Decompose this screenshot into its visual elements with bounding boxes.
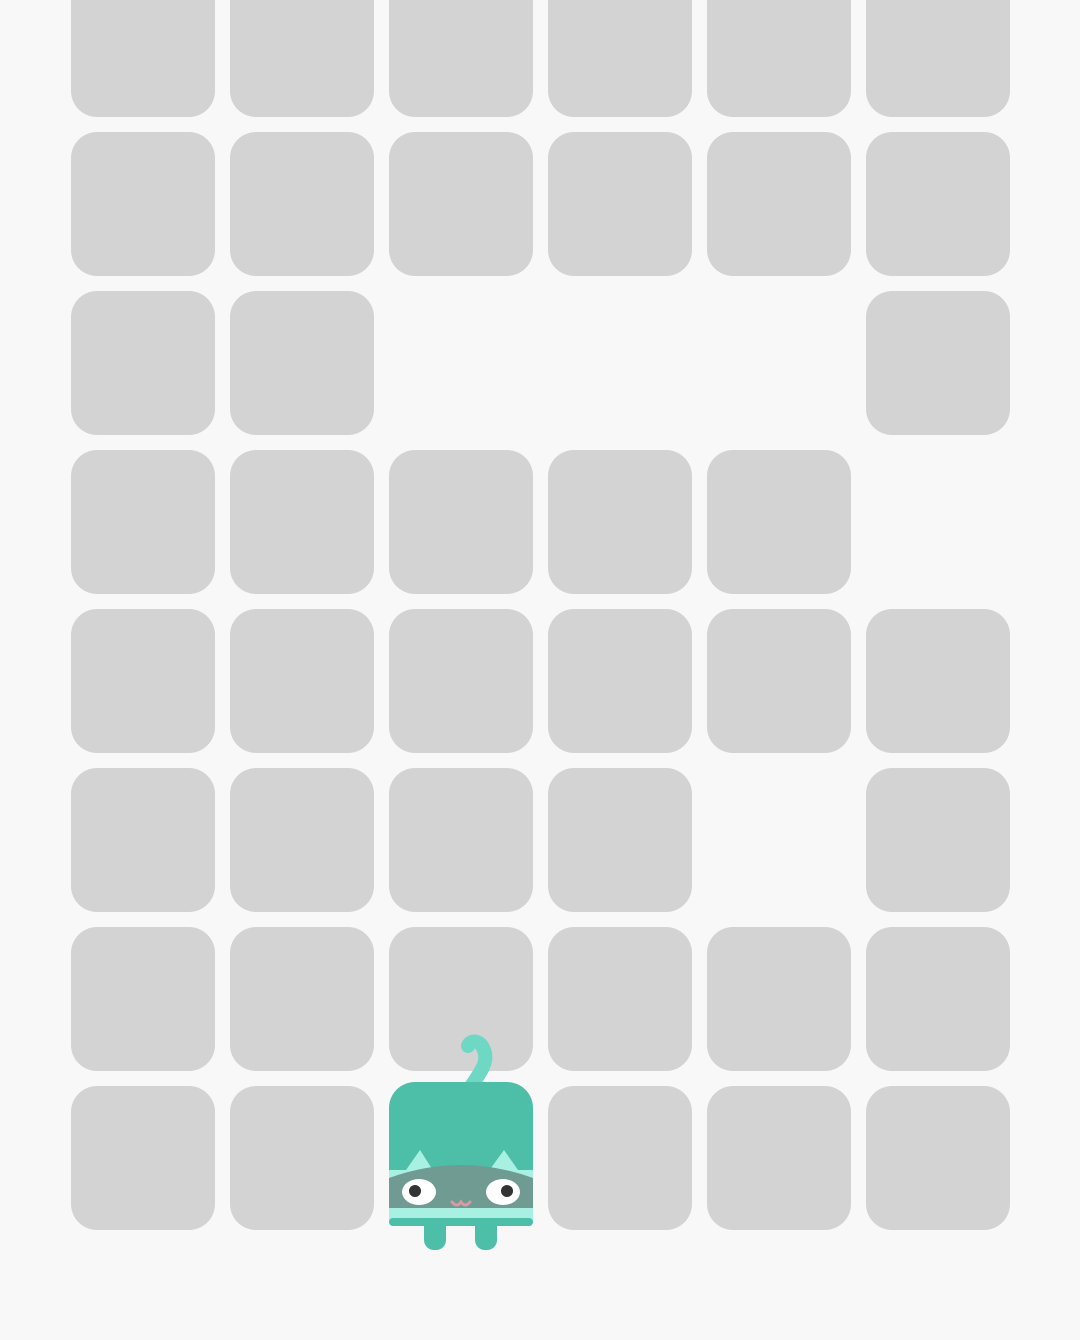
tile-r1-c5[interactable] xyxy=(866,132,1010,276)
tile-r2-c4 xyxy=(707,291,851,435)
tile-r3-c2[interactable] xyxy=(389,450,533,594)
tile-r6-c5[interactable] xyxy=(866,927,1010,1071)
tile-r7-c5[interactable] xyxy=(866,1086,1010,1230)
tile-r1-c2[interactable] xyxy=(389,132,533,276)
tile-r6-c3[interactable] xyxy=(548,927,692,1071)
tile-r3-c0[interactable] xyxy=(71,450,215,594)
tile-r6-c1[interactable] xyxy=(230,927,374,1071)
tile-r4-c2[interactable] xyxy=(389,609,533,753)
tile-r7-c3[interactable] xyxy=(548,1086,692,1230)
tile-r3-c5 xyxy=(866,450,1010,594)
game-board xyxy=(0,0,1080,1340)
tile-r1-c4[interactable] xyxy=(707,132,851,276)
tile-r0-c4[interactable] xyxy=(707,0,851,117)
tile-r3-c4[interactable] xyxy=(707,450,851,594)
tile-r6-c4[interactable] xyxy=(707,927,851,1071)
tile-r4-c5[interactable] xyxy=(866,609,1010,753)
tile-r7-c0[interactable] xyxy=(71,1086,215,1230)
tile-r5-c2[interactable] xyxy=(389,768,533,912)
tile-r2-c0[interactable] xyxy=(71,291,215,435)
tile-r7-c1[interactable] xyxy=(230,1086,374,1230)
tile-r0-c2[interactable] xyxy=(389,0,533,117)
tile-r5-c1[interactable] xyxy=(230,768,374,912)
tile-r6-c0[interactable] xyxy=(71,927,215,1071)
tile-r0-c3[interactable] xyxy=(548,0,692,117)
tile-r5-c4 xyxy=(707,768,851,912)
tile-r6-c2[interactable] xyxy=(389,927,533,1071)
tile-r2-c2 xyxy=(389,291,533,435)
tile-r7-c2 xyxy=(389,1086,533,1230)
tile-r3-c3[interactable] xyxy=(548,450,692,594)
tile-r0-c1[interactable] xyxy=(230,0,374,117)
tile-r1-c0[interactable] xyxy=(71,132,215,276)
tile-r4-c3[interactable] xyxy=(548,609,692,753)
tile-r0-c0[interactable] xyxy=(71,0,215,117)
tile-r2-c5[interactable] xyxy=(866,291,1010,435)
tile-r7-c4[interactable] xyxy=(707,1086,851,1230)
tile-r3-c1[interactable] xyxy=(230,450,374,594)
tile-r1-c1[interactable] xyxy=(230,132,374,276)
tile-r5-c0[interactable] xyxy=(71,768,215,912)
tile-r4-c0[interactable] xyxy=(71,609,215,753)
tile-r5-c5[interactable] xyxy=(866,768,1010,912)
tile-r5-c3[interactable] xyxy=(548,768,692,912)
tile-r0-c5[interactable] xyxy=(866,0,1010,117)
tile-r2-c1[interactable] xyxy=(230,291,374,435)
tile-r4-c1[interactable] xyxy=(230,609,374,753)
tile-r2-c3 xyxy=(548,291,692,435)
tile-r4-c4[interactable] xyxy=(707,609,851,753)
tile-r1-c3[interactable] xyxy=(548,132,692,276)
